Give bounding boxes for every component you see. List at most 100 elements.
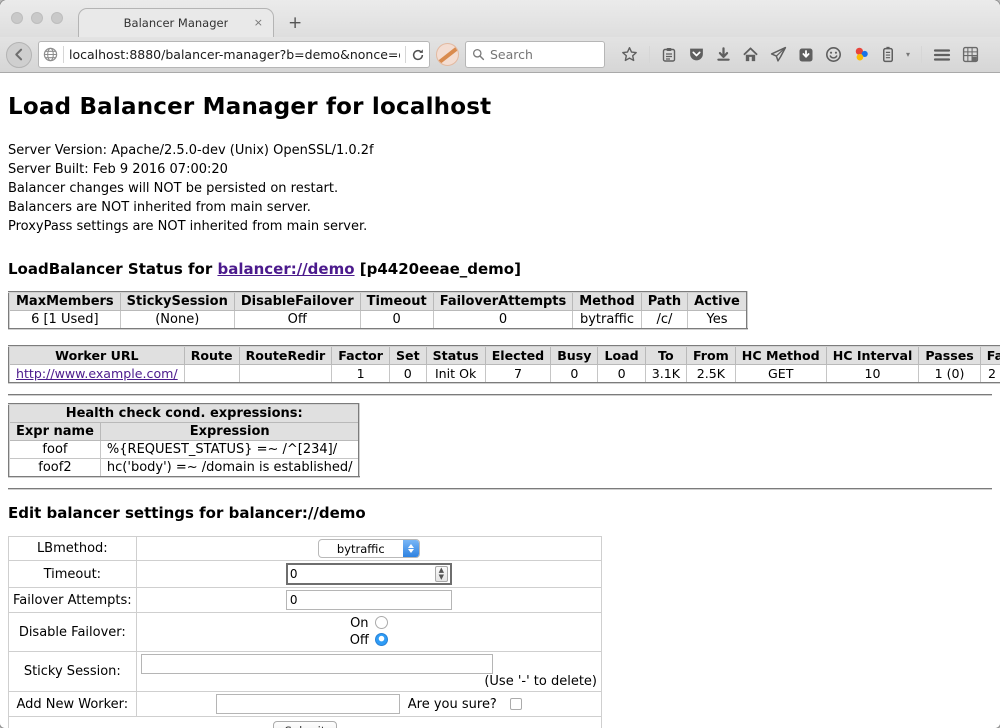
page-content: Load Balancer Manager for localhost Serv… [0,73,1000,728]
form-row-add-worker: Add New Worker: Are you sure? [9,692,602,717]
col-path: Path [641,292,687,311]
feedback-smiley-icon[interactable] [825,46,842,63]
url-text[interactable]: localhost:8880/balancer-manager?b=demo&n… [69,47,400,62]
color-dots-extension-icon[interactable] [853,46,870,63]
edit-settings-heading: Edit balancer settings for balancer://de… [8,504,992,522]
col-method: Method [573,292,641,311]
cell-from: 2.5K [686,365,735,384]
search-icon [472,48,485,61]
col-from: From [686,346,735,365]
urlbar-divider [63,46,64,63]
persist-note: Balancer changes will NOT be persisted o… [8,179,992,198]
failover-attempts-input[interactable] [286,590,452,610]
screenshot-grid-icon[interactable] [962,46,979,63]
toolbar-divider [921,46,922,63]
url-bar[interactable]: localhost:8880/balancer-manager?b=demo&n… [38,41,430,68]
reload-icon[interactable] [411,48,425,62]
search-input[interactable] [490,47,590,62]
col-hc-interval: HC Interval [826,346,919,365]
tab-title: Balancer Manager [124,16,229,30]
col-set: Set [389,346,426,365]
page-title: Load Balancer Manager for localhost [8,94,992,120]
cell-load: 0 [598,365,645,384]
minimize-window-button[interactable] [31,12,43,24]
close-window-button[interactable] [11,12,23,24]
lbmethod-selected-value: bytraffic [319,542,403,556]
submit-button[interactable]: Submit [273,721,338,728]
chevron-down-icon[interactable]: ▾ [906,50,910,59]
col-routeredir: RouteRedir [239,346,332,365]
downloads-icon[interactable] [716,47,731,62]
back-button[interactable] [6,42,32,68]
server-built: Server Built: Feb 9 2016 07:00:20 [8,160,992,179]
status-heading-prefix: LoadBalancer Status for [8,260,217,278]
number-spinner-icon[interactable]: ▲▼ [435,566,448,582]
add-worker-input[interactable] [216,694,400,714]
toolbar-icons: ▾ [621,46,979,63]
col-expr-name: Expr name [9,423,100,441]
container-battery-icon[interactable] [881,46,895,63]
status-heading-suffix: [p4420eeae_demo] [355,260,521,278]
sticky-session-input[interactable] [141,654,493,674]
col-busy: Busy [551,346,598,365]
lbmethod-select[interactable]: bytraffic [318,539,420,558]
section-divider [8,394,992,396]
col-disablefailover: DisableFailover [234,292,360,311]
section-divider [8,488,992,490]
form-row-timeout: Timeout: ▲▼ [9,561,602,588]
radio-on-label: On [350,616,368,631]
table-header-row: Worker URL Route RouteRedir Factor Set S… [9,346,1000,365]
download-panel-icon[interactable] [798,47,814,63]
bookmark-star-icon[interactable] [621,46,638,63]
cell-maxmembers: 6 [1 Used] [9,311,120,330]
col-load: Load [598,346,645,365]
new-tab-button[interactable]: + [288,13,302,33]
navigation-toolbar: localhost:8880/balancer-manager?b=demo&n… [0,37,1000,73]
server-version: Server Version: Apache/2.5.0-dev (Unix) … [8,141,992,160]
failover-attempts-label: Failover Attempts: [9,588,137,613]
col-timeout: Timeout [360,292,433,311]
browser-window: Balancer Manager × + localhost:8880/bala… [0,0,1000,728]
cell-to: 3.1K [645,365,686,384]
site-identity-globe-icon[interactable] [43,47,58,62]
col-stickysession: StickySession [120,292,234,311]
form-row-sticky-session: Sticky Session: (Use '-' to delete) [9,652,602,692]
timeout-input[interactable] [290,567,435,581]
close-tab-icon[interactable]: × [254,17,263,28]
zoom-window-button[interactable] [51,12,63,24]
cell-disablefailover: Off [234,311,360,330]
balancer-demo-link[interactable]: balancer://demo [217,260,354,278]
cell-expr-name: foof [9,441,100,459]
server-info: Server Version: Apache/2.5.0-dev (Unix) … [8,141,992,236]
menu-hamburger-icon[interactable] [933,48,951,62]
health-row: foof %{REQUEST_STATUS} =~ /^[234]/ [9,441,359,459]
cell-expression: %{REQUEST_STATUS} =~ /^[234]/ [100,441,359,459]
cell-hc-method: GET [735,365,826,384]
sticky-session-label: Sticky Session: [9,652,137,692]
tab-balancer-manager[interactable]: Balancer Manager × [78,8,274,37]
table-row: 6 [1 Used] (None) Off 0 0 bytraffic /c/ … [9,311,747,330]
form-row-failover-attempts: Failover Attempts: [9,588,602,613]
content-blocked-icon[interactable] [436,43,459,66]
are-you-sure-label: Are you sure? [408,697,497,712]
radio-off-label: Off [350,633,369,648]
select-stepper-icon [403,539,419,558]
timeout-label: Timeout: [9,561,137,588]
radio-on[interactable] [375,616,388,629]
reading-list-icon[interactable] [661,47,677,63]
title-bar: Balancer Manager × + [0,0,1000,37]
are-you-sure-checkbox[interactable] [510,698,522,710]
balancer-status-heading: LoadBalancer Status for balancer://demo … [8,260,992,278]
col-elected: Elected [485,346,551,365]
sticky-session-note: (Use '-' to delete) [484,674,597,689]
radio-off[interactable] [375,633,388,646]
cell-expression: hc('body') =~ /domain is established/ [100,459,359,478]
pocket-icon[interactable] [688,46,705,63]
window-controls[interactable] [11,12,63,24]
form-row-submit: Submit [9,717,602,728]
home-icon[interactable] [742,46,759,63]
search-bar[interactable] [465,41,605,68]
col-failoverattempts: FailoverAttempts [433,292,573,311]
worker-url-link[interactable]: http://www.example.com/ [16,366,178,381]
send-tab-icon[interactable] [770,46,787,63]
